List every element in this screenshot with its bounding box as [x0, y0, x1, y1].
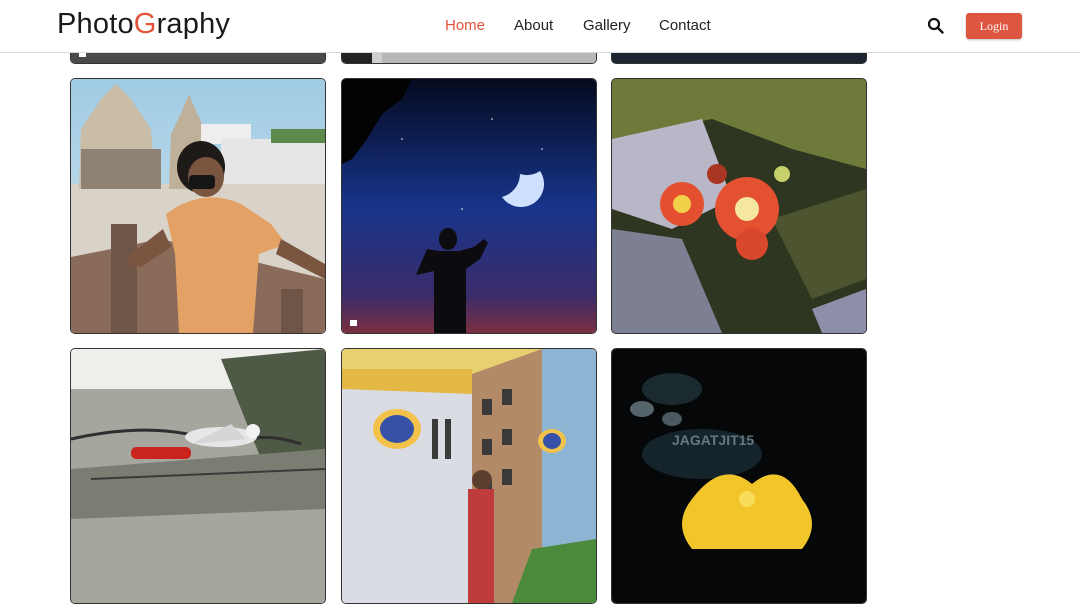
search-icon [927, 17, 944, 34]
photo-watermark-text: JAGATJIT15 [672, 432, 754, 448]
search-button[interactable] [927, 17, 945, 35]
moon-silhouette-photo[interactable] [341, 78, 597, 334]
brand-text-part1: Photo [57, 8, 134, 40]
brand-text-accent: G [133, 8, 157, 40]
nav-home-link[interactable]: Home [445, 17, 485, 34]
nav-contact-link[interactable]: Contact [659, 17, 711, 34]
brand-text-part2: raphy [156, 8, 231, 40]
nav-gallery-link[interactable]: Gallery [583, 17, 631, 34]
yellow-flower-photo[interactable]: JAGATJIT15 [611, 348, 867, 604]
navbar: PhotoGraphy Home About Gallery Contact L… [0, 0, 1080, 53]
building-portrait-photo[interactable] [341, 348, 597, 604]
nav-about-link[interactable]: About [514, 17, 553, 34]
red-flowers-photo[interactable] [611, 78, 867, 334]
login-button[interactable]: Login [966, 13, 1022, 39]
brand-logo[interactable]: PhotoGraphy [57, 8, 230, 41]
bird-on-branch-photo[interactable] [70, 348, 326, 604]
temple-portrait-photo[interactable] [70, 78, 326, 334]
